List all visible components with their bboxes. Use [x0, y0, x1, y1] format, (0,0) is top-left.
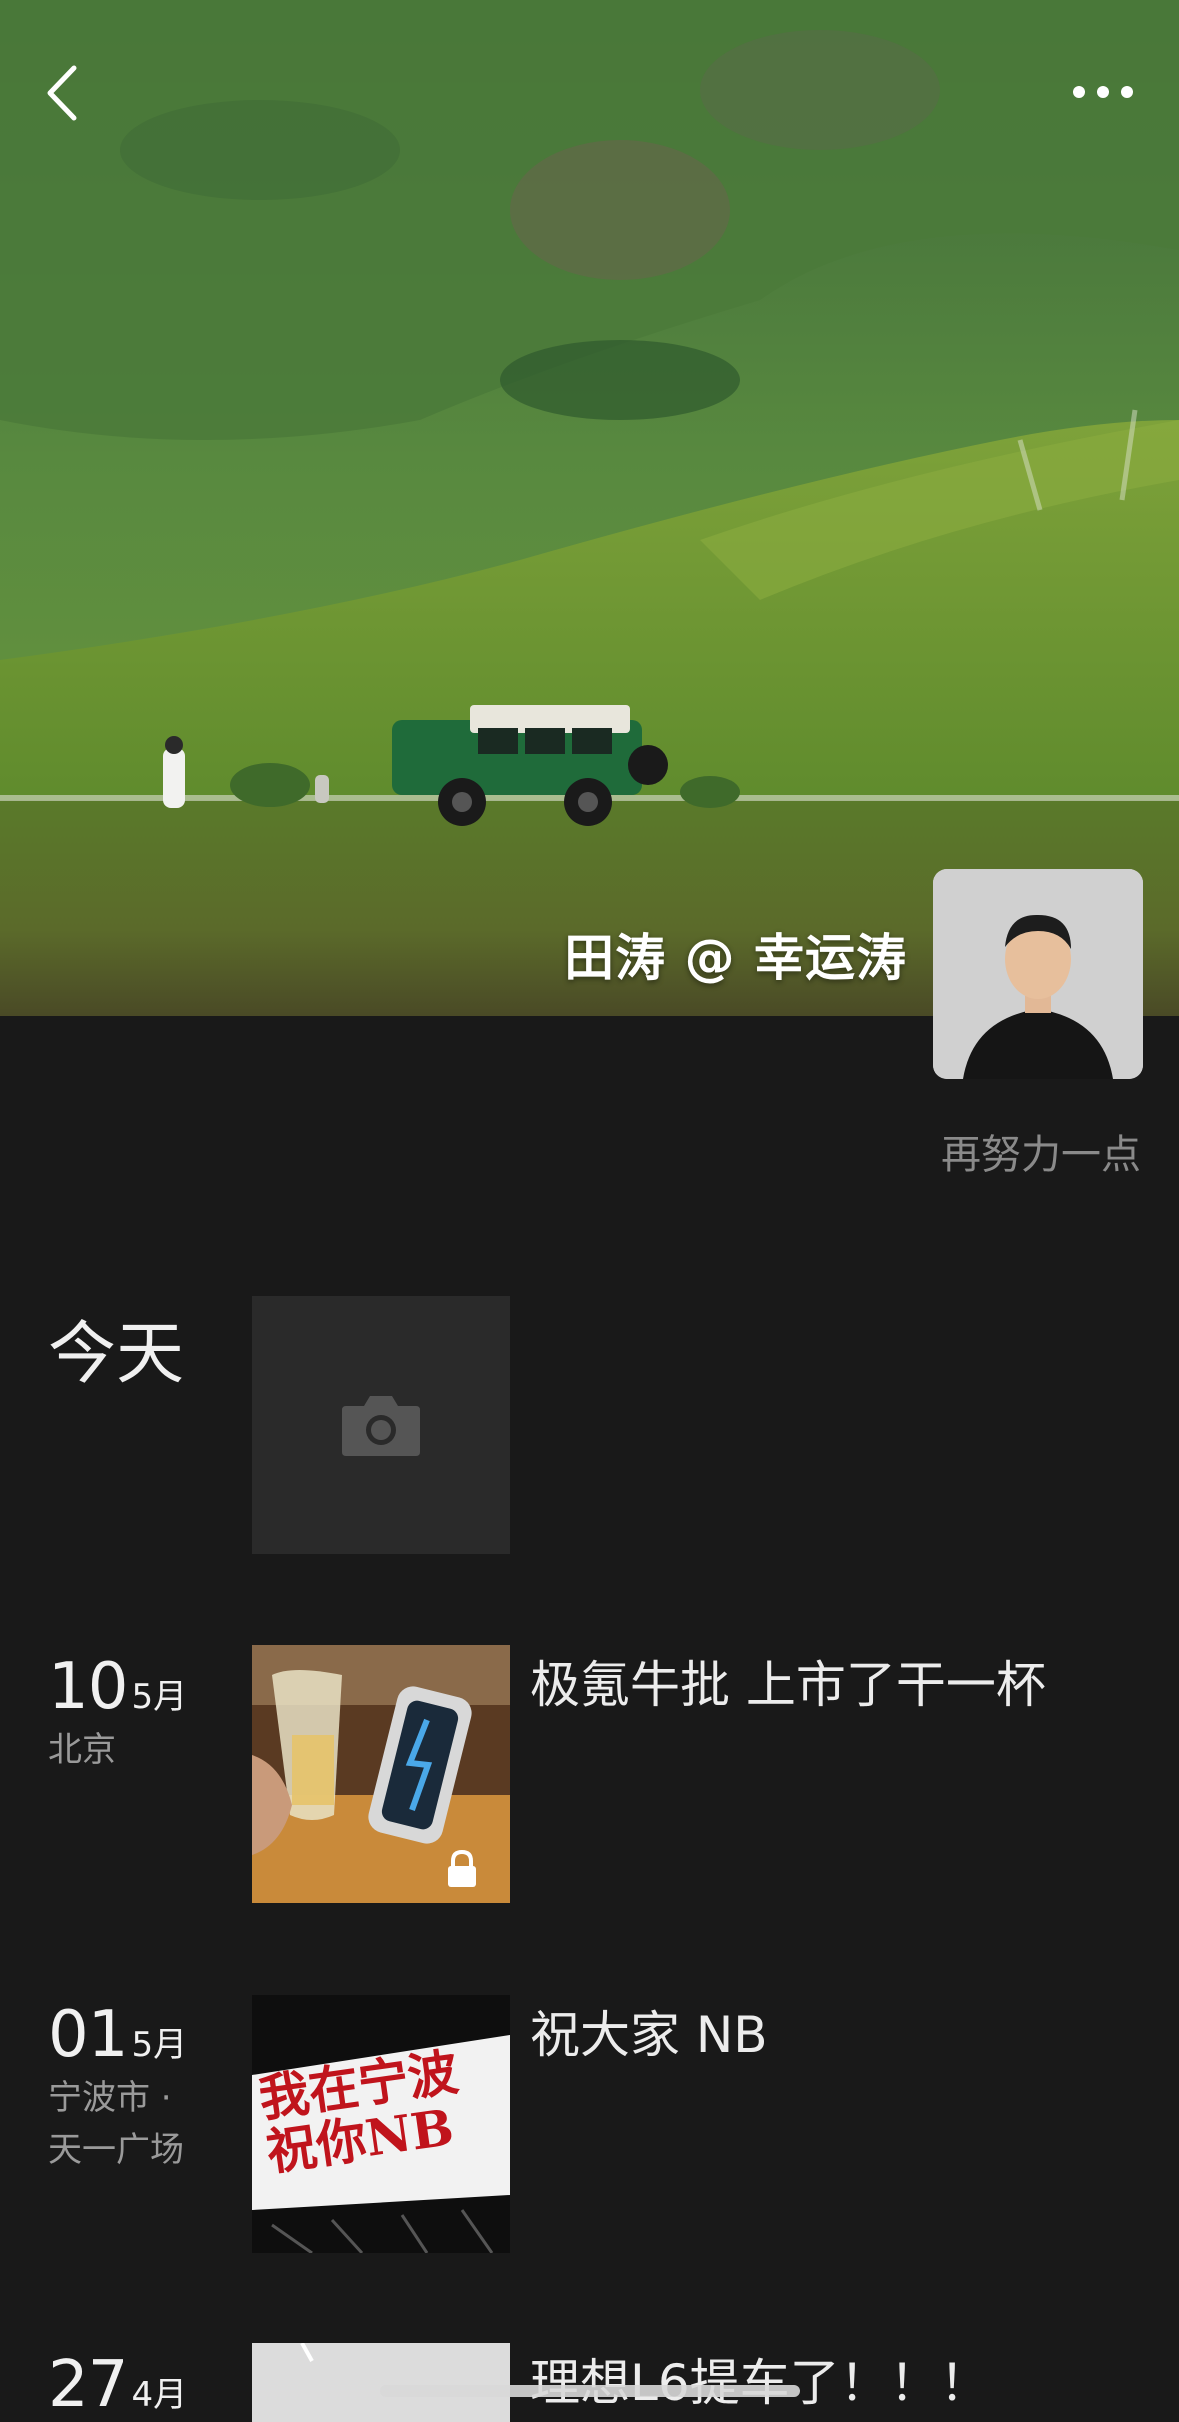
moment-text-1[interactable]: 极氪牛批 上市了干一杯 — [530, 1645, 1046, 1717]
moment-day: 27 — [48, 2348, 128, 2422]
moment-month: 5月 — [131, 2025, 188, 2065]
moment-location-line-1: 宁波市 · — [48, 2078, 172, 2118]
lock-icon — [448, 1849, 476, 1887]
moment-date-3: 27 4月 — [48, 2348, 187, 2422]
moment-month: 4月 — [131, 2375, 188, 2415]
moment-day: 01 — [48, 1998, 128, 2072]
moment-thumbnail-1[interactable] — [252, 1645, 510, 1903]
post-new-moment-button[interactable] — [252, 1296, 510, 1554]
moment-month: 5月 — [131, 1677, 188, 1717]
moment-text-3[interactable]: 理想L6提车了！！！ — [530, 2343, 990, 2415]
chevron-left-icon — [47, 65, 77, 121]
back-button[interactable] — [40, 58, 90, 128]
avatar[interactable] — [933, 869, 1143, 1079]
moment-thumbnail-3[interactable] — [252, 2343, 510, 2422]
date-today: 今天 — [48, 1315, 185, 1394]
more-button[interactable] — [1067, 70, 1139, 114]
moment-text-2[interactable]: 祝大家 NB — [530, 1995, 768, 2067]
profile-signature: 再努力一点 — [941, 1132, 1141, 1178]
moment-location-line-2: 天一广场 — [48, 2130, 184, 2170]
camera-icon — [342, 1396, 420, 1456]
moment-date-1: 10 5月 北京 — [48, 1650, 208, 1776]
more-dots-icon — [1073, 86, 1133, 98]
moment-date-2: 01 5月 宁波市 · 天一广场 — [48, 1998, 208, 2176]
moment-location: 北京 — [48, 1730, 116, 1770]
avatar-portrait-image — [933, 869, 1143, 1079]
profile-name: 田涛 @ 幸运涛 — [564, 929, 907, 987]
car-delivery-photo — [252, 2343, 510, 2422]
cover-photo[interactable] — [0, 0, 1179, 1016]
moment-day: 10 — [48, 1650, 128, 1724]
home-indicator[interactable] — [380, 2385, 800, 2397]
cover-landscape-image — [0, 0, 1179, 1016]
moment-thumbnail-2[interactable]: 我在宁波 祝你NB — [252, 1995, 510, 2253]
